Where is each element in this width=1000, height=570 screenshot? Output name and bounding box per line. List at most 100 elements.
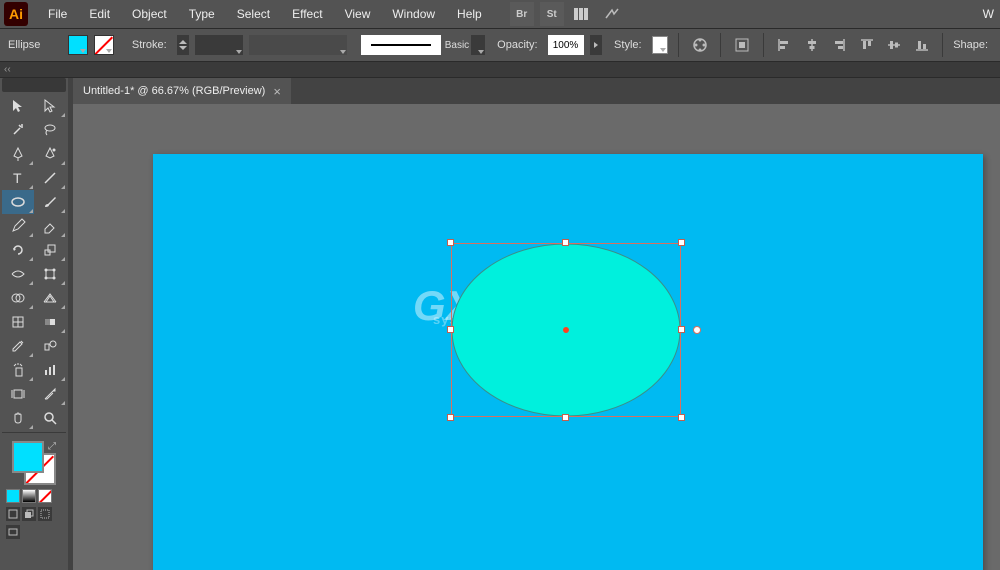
pencil-tool[interactable] (2, 214, 34, 238)
swap-fill-stroke-icon[interactable]: ⤢ (48, 441, 56, 452)
handle-top-mid[interactable] (562, 239, 569, 246)
fill-color-swatch[interactable] (68, 35, 88, 55)
handle-top-left[interactable] (447, 239, 454, 246)
color-mode-solid[interactable] (6, 489, 20, 503)
color-mode-row (0, 487, 68, 505)
opacity-label: Opacity: (497, 39, 537, 51)
close-tab-icon[interactable]: × (273, 84, 281, 99)
align-bottom-icon[interactable] (911, 33, 932, 57)
menu-view[interactable]: View (335, 3, 381, 25)
align-left-icon[interactable] (773, 33, 794, 57)
screen-mode-row (0, 505, 68, 523)
control-bar: Ellipse Stroke: Basic Opacity: Style: Sh… (0, 29, 1000, 62)
draw-normal-icon[interactable] (6, 507, 20, 521)
align-to-artboard-icon[interactable] (731, 33, 752, 57)
paintbrush-tool[interactable] (34, 190, 66, 214)
menu-help[interactable]: Help (447, 3, 492, 25)
align-center-v-icon[interactable] (883, 33, 904, 57)
align-top-icon[interactable] (856, 33, 877, 57)
menu-edit[interactable]: Edit (79, 3, 120, 25)
screen-mode-icon[interactable] (6, 525, 20, 539)
opacity-flyout-button[interactable] (590, 35, 603, 55)
lasso-tool[interactable] (34, 118, 66, 142)
bridge-icon[interactable]: Br (510, 2, 534, 26)
rotate-tool[interactable] (2, 238, 34, 262)
shape-builder-tool[interactable] (2, 286, 34, 310)
handle-bottom-mid[interactable] (562, 414, 569, 421)
canvas-viewport[interactable]: GX|网 system.com (73, 104, 1000, 570)
stock-icon[interactable]: St (540, 2, 564, 26)
handle-top-right[interactable] (678, 239, 685, 246)
workspace-switcher[interactable]: W (973, 3, 996, 25)
artboard[interactable]: GX|网 system.com (153, 154, 983, 570)
selection-tool[interactable] (2, 94, 34, 118)
stroke-label: Stroke: (132, 39, 167, 51)
draw-behind-icon[interactable] (22, 507, 36, 521)
eraser-tool[interactable] (34, 214, 66, 238)
zoom-tool[interactable] (34, 406, 66, 430)
brush-dropdown-arrow[interactable] (471, 35, 485, 55)
fill-swatch-icon[interactable] (12, 441, 44, 473)
scale-tool[interactable] (34, 238, 66, 262)
symbol-sprayer-tool[interactable] (2, 358, 34, 382)
mesh-tool[interactable] (2, 310, 34, 334)
ellipse-tool[interactable] (2, 190, 34, 214)
brush-label: Basic (445, 40, 469, 51)
handle-mid-left[interactable] (447, 326, 454, 333)
blend-tool[interactable] (34, 334, 66, 358)
pie-widget-handle[interactable] (693, 326, 701, 334)
document-tab-title: Untitled-1* @ 66.67% (RGB/Preview) (83, 85, 265, 97)
artboard-tool[interactable] (2, 382, 34, 406)
width-tool[interactable] (2, 262, 34, 286)
hand-tool[interactable] (2, 406, 34, 430)
eyedropper-tool[interactable] (2, 334, 34, 358)
column-graph-tool[interactable] (34, 358, 66, 382)
document-tab-bar: Untitled-1* @ 66.67% (RGB/Preview) × (73, 78, 1000, 104)
panel-tab-strip[interactable] (2, 78, 66, 92)
opacity-input[interactable] (548, 35, 584, 55)
free-transform-tool[interactable] (34, 262, 66, 286)
selection-type-label: Ellipse (8, 39, 58, 51)
perspective-grid-tool[interactable] (34, 286, 66, 310)
svg-text:T: T (13, 170, 22, 186)
line-segment-tool[interactable] (34, 166, 66, 190)
menu-file[interactable]: File (38, 3, 77, 25)
magic-wand-tool[interactable] (2, 118, 34, 142)
draw-inside-icon[interactable] (38, 507, 52, 521)
style-label: Style: (614, 39, 642, 51)
selection-bounding-box[interactable] (451, 243, 681, 417)
color-mode-gradient[interactable] (22, 489, 36, 503)
graphic-style-swatch[interactable] (652, 36, 668, 54)
stroke-weight-input[interactable] (177, 35, 189, 55)
app-logo-icon: Ai (4, 2, 28, 26)
gradient-tool[interactable] (34, 310, 66, 334)
menu-select[interactable]: Select (227, 3, 280, 25)
stroke-profile-dropdown[interactable] (195, 35, 243, 55)
fill-stroke-indicator[interactable]: ⤢ (12, 441, 56, 485)
recolor-artwork-icon[interactable] (689, 33, 710, 57)
menu-effect[interactable]: Effect (282, 3, 332, 25)
gpu-preview-icon[interactable] (600, 2, 624, 26)
handle-bottom-right[interactable] (678, 414, 685, 421)
color-mode-none[interactable] (38, 489, 52, 503)
arrange-documents-icon[interactable] (570, 2, 594, 26)
stroke-color-swatch[interactable] (94, 35, 114, 55)
bottom-mode-row (0, 523, 68, 541)
variable-width-dropdown[interactable] (249, 35, 347, 55)
handle-mid-right[interactable] (678, 326, 685, 333)
center-point-icon[interactable] (563, 327, 569, 333)
handle-bottom-left[interactable] (447, 414, 454, 421)
collapse-panels-button[interactable] (0, 62, 1000, 78)
menu-window[interactable]: Window (382, 3, 445, 25)
menu-type[interactable]: Type (179, 3, 225, 25)
direct-selection-tool[interactable] (34, 94, 66, 118)
align-right-icon[interactable] (828, 33, 849, 57)
slice-tool[interactable] (34, 382, 66, 406)
brush-definition-dropdown[interactable] (361, 35, 441, 55)
menu-object[interactable]: Object (122, 3, 177, 25)
type-tool[interactable]: T (2, 166, 34, 190)
curvature-tool[interactable] (34, 142, 66, 166)
document-tab[interactable]: Untitled-1* @ 66.67% (RGB/Preview) × (73, 78, 291, 104)
align-center-h-icon[interactable] (801, 33, 822, 57)
pen-tool[interactable] (2, 142, 34, 166)
